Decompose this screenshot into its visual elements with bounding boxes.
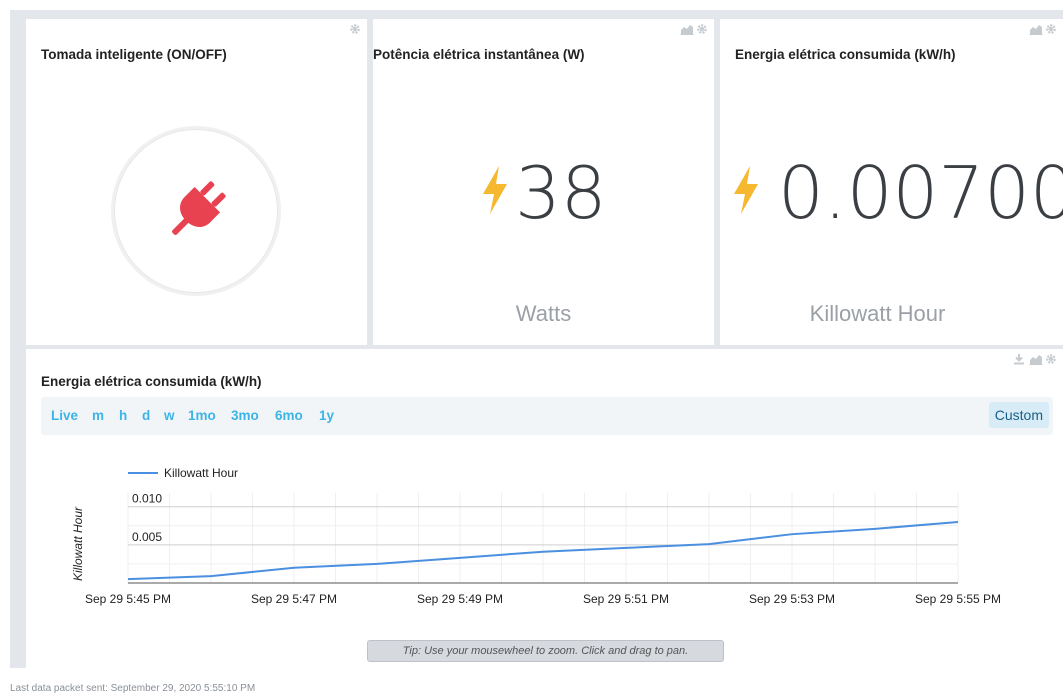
energy-card-icons	[1029, 23, 1057, 35]
x-tick-label: Sep 29 5:45 PM	[85, 592, 171, 606]
range-3mo[interactable]: 3mo	[231, 408, 259, 423]
last-packet-status: Last data packet sent: September 29, 202…	[10, 683, 256, 694]
plug-icon	[172, 181, 226, 235]
gear-icon[interactable]	[1045, 353, 1057, 365]
x-tick-label: Sep 29 5:53 PM	[749, 592, 835, 606]
area-chart-icon[interactable]	[1029, 353, 1043, 365]
x-tick-label: Sep 29 5:49 PM	[417, 592, 503, 606]
chart-grid	[127, 493, 959, 584]
toggle-card: Tomada inteligente (ON/OFF)	[26, 19, 367, 345]
range-1y[interactable]: 1y	[319, 408, 334, 423]
range-live[interactable]: Live	[51, 408, 78, 423]
power-toggle-button[interactable]	[114, 129, 278, 293]
download-icon[interactable]	[1013, 353, 1025, 365]
gear-icon[interactable]	[696, 23, 708, 35]
y-tick-label: 0.005	[132, 530, 162, 544]
toggle-card-icons	[349, 23, 361, 35]
y-ticks: 0.005 0.010	[132, 492, 162, 544]
range-week[interactable]: w	[164, 408, 175, 423]
power-card: Potência elétrica instantânea (W) 38 Wat…	[373, 19, 714, 345]
chart-card: Energia elétrica consumida (kW/h) Live m…	[26, 349, 1063, 668]
power-unit: Watts	[515, 301, 572, 326]
energy-card: Energia elétrica consumida (kW/h) 0.0070…	[720, 19, 1063, 345]
range-day[interactable]: d	[142, 408, 150, 423]
x-tick-label: Sep 29 5:55 PM	[915, 592, 1001, 606]
x-tick-label: Sep 29 5:51 PM	[583, 592, 669, 606]
zoom-tip: Tip: Use your mousewheel to zoom. Click …	[367, 640, 724, 662]
x-tick-label: Sep 29 5:47 PM	[251, 592, 337, 606]
power-card-title: Potência elétrica instantânea (W)	[373, 47, 585, 62]
gear-icon[interactable]	[349, 23, 361, 35]
power-value: 38	[515, 151, 607, 235]
range-hour[interactable]: h	[119, 408, 127, 423]
x-ticks: Sep 29 5:45 PM Sep 29 5:47 PM Sep 29 5:49 …	[85, 592, 1001, 606]
y-tick-label: 0.010	[132, 492, 162, 506]
energy-card-title: Energia elétrica consumida (kW/h)	[735, 47, 956, 62]
toggle-card-title: Tomada inteligente (ON/OFF)	[41, 47, 227, 62]
energy-unit: Killowatt Hour	[809, 301, 946, 326]
power-card-icons	[680, 23, 708, 35]
chart-card-icons	[1013, 353, 1057, 365]
lightning-bolt-icon	[483, 166, 507, 214]
y-axis-label: Killowatt Hour	[71, 506, 85, 581]
range-1mo[interactable]: 1mo	[188, 408, 216, 423]
chart-legend: Killowatt Hour	[128, 466, 238, 480]
custom-range-button[interactable]: Custom	[988, 402, 1049, 428]
energy-value: 0.00700	[778, 151, 1063, 235]
area-chart-icon[interactable]	[1029, 23, 1043, 35]
chart-card-title: Energia elétrica consumida (kW/h)	[41, 374, 262, 389]
gear-icon[interactable]	[1045, 23, 1057, 35]
legend-label: Killowatt Hour	[164, 466, 238, 480]
area-chart-icon[interactable]	[680, 23, 694, 35]
lightning-bolt-icon	[734, 166, 758, 214]
range-minute[interactable]: m	[92, 408, 104, 423]
time-range-selector: Live m h d w 1mo 3mo 6mo 1y Custom	[41, 397, 1053, 435]
range-6mo[interactable]: 6mo	[275, 408, 303, 423]
energy-line-chart[interactable]: Killowatt Hour Killowatt Hour 0.005 0.010…	[26, 449, 1063, 649]
